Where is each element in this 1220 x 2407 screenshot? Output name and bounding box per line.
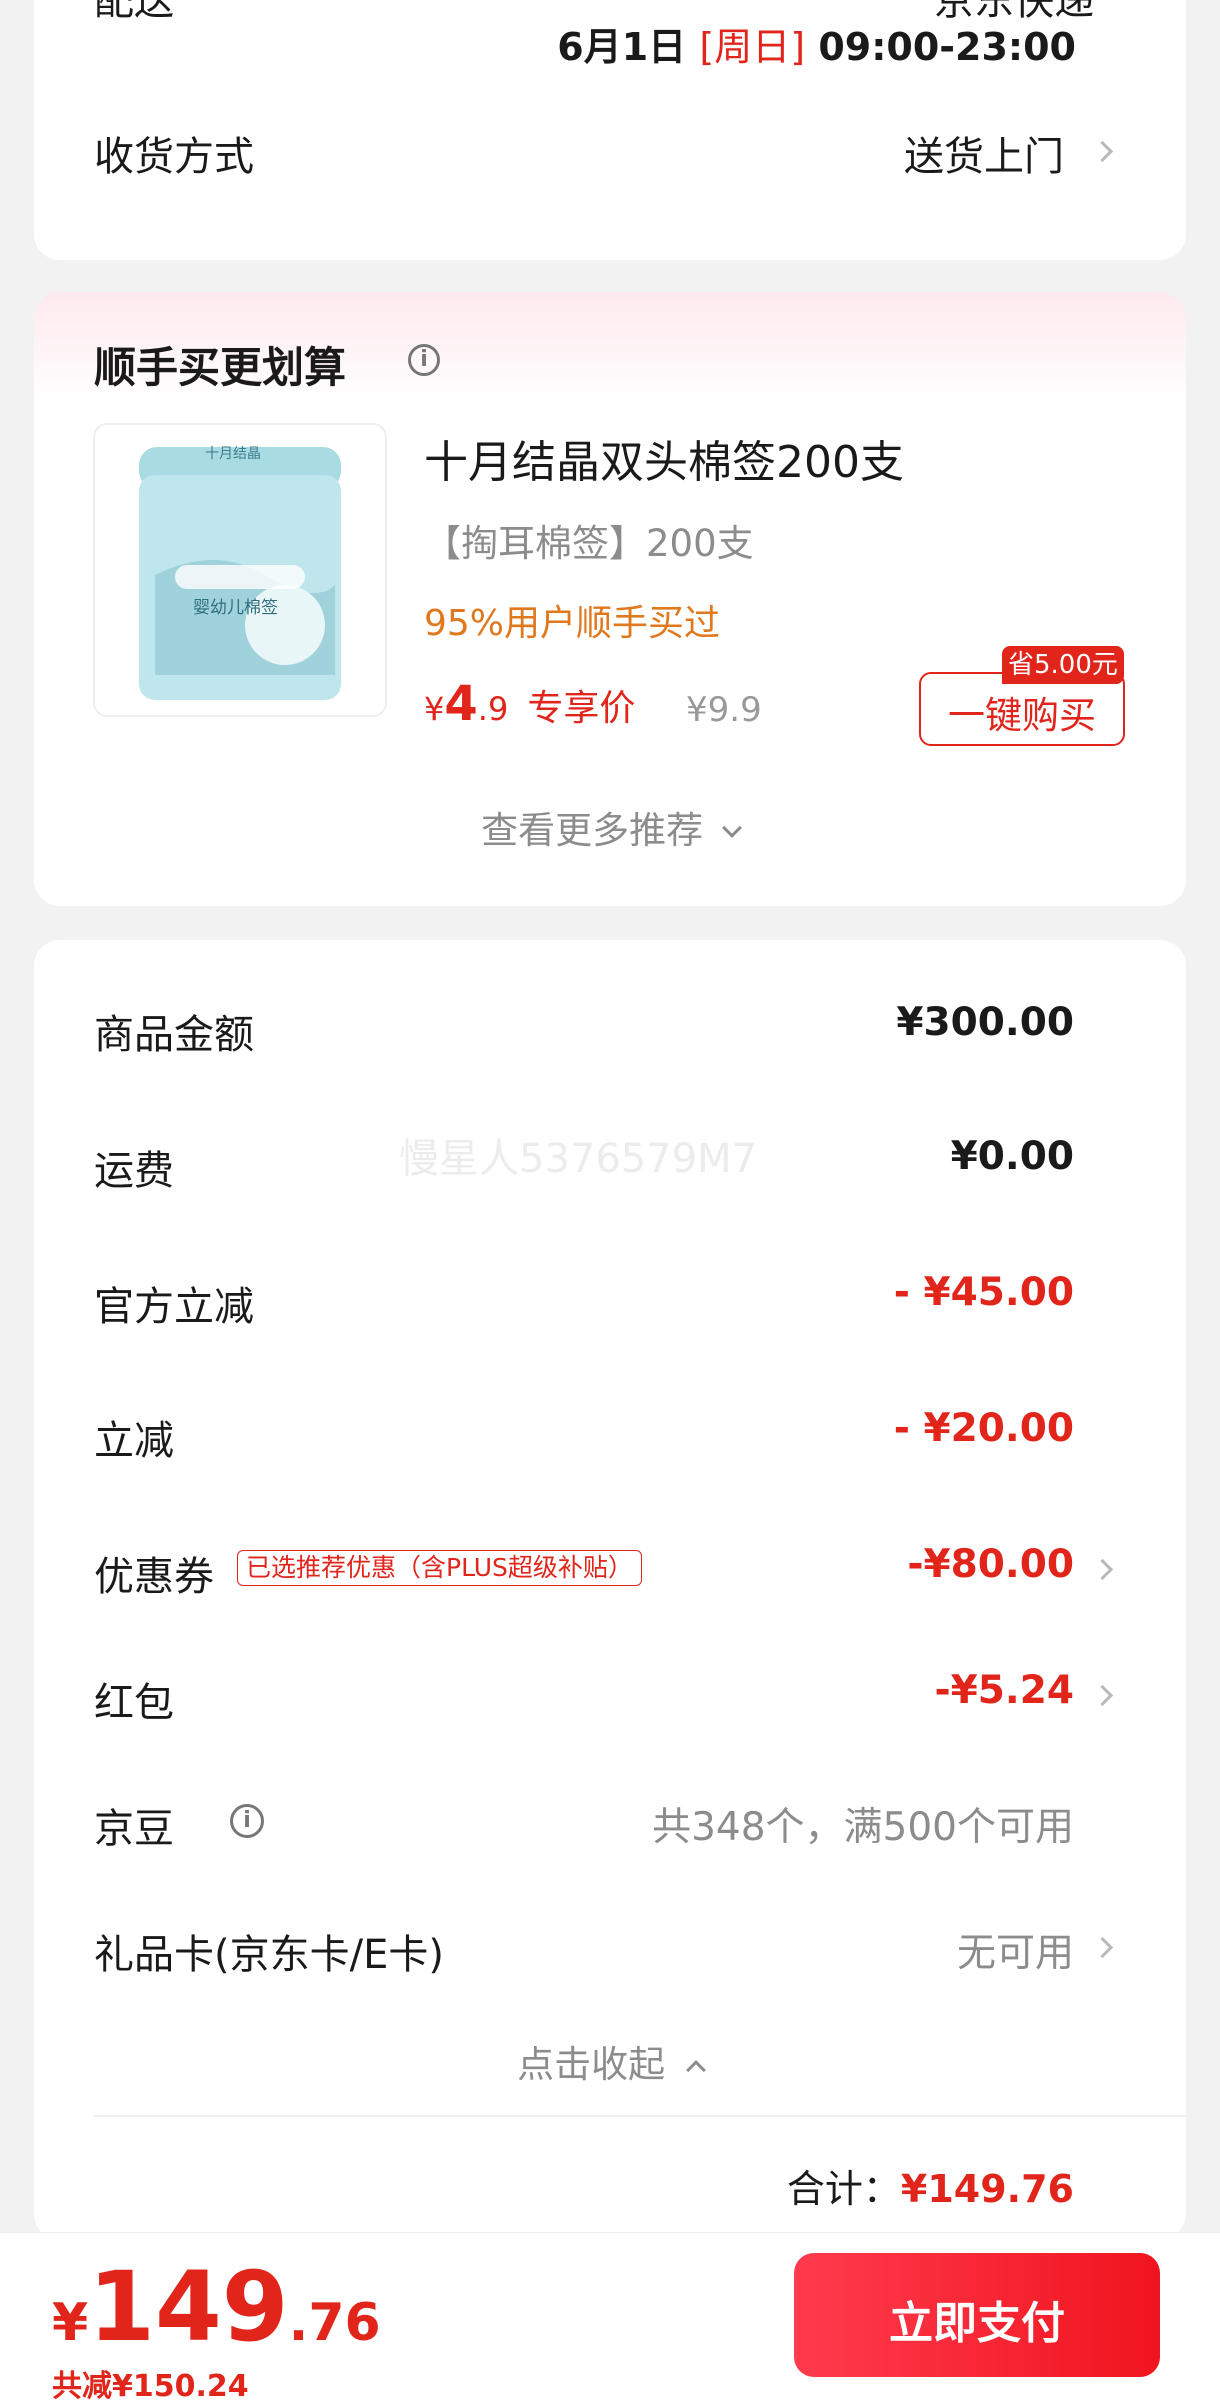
chevron-up-icon — [685, 2060, 706, 2080]
info-icon[interactable]: i — [230, 1804, 264, 1838]
summary-label-official-discount: 官方立减 — [94, 1284, 254, 1330]
product-image[interactable]: 十月结晶 婴幼儿棉签 — [93, 423, 387, 717]
summary-label-goods: 商品金额 — [94, 1012, 254, 1058]
info-icon[interactable]: i — [408, 344, 440, 376]
pay-now-button[interactable]: 立即支付 — [794, 2253, 1160, 2377]
view-more-button[interactable]: 查看更多推荐 — [34, 800, 1186, 854]
summary-label-shipping: 运费 — [94, 1148, 174, 1194]
cotton-swab-box-icon — [139, 447, 341, 700]
summary-value-coupon[interactable]: -¥80.00 — [907, 1542, 1074, 1587]
view-more-label: 查看更多推荐 — [481, 809, 704, 852]
chevron-right-icon — [1091, 1936, 1114, 1959]
bottom-bar: ¥149.76 共减¥150.24 立即支付 — [0, 2232, 1220, 2407]
social-proof: 95%用户顺手买过 — [424, 603, 721, 644]
bottom-amount-int: 149 — [88, 2251, 289, 2363]
delivery-card: 配送 京东快递 6月1日 [周日] 09:00-23:00 收货方式 送货上门 — [34, 0, 1186, 260]
chevron-right-icon — [1091, 1684, 1114, 1707]
package-title: 婴幼儿棉签 — [193, 598, 278, 618]
summary-label-jingdou: 京豆 — [94, 1806, 174, 1852]
summary-value-jingdou: 共348个，满500个可用 — [652, 1805, 1074, 1850]
total-value: ¥149.76 — [900, 2167, 1074, 2211]
chevron-right-icon — [1091, 1558, 1114, 1581]
price-int: 4 — [444, 676, 478, 732]
pay-now-label: 立即支付 — [889, 2298, 1065, 2349]
delivery-date: 6月1日 — [557, 25, 687, 69]
summary-label-gift-card: 礼品卡(京东卡/E卡) — [94, 1932, 444, 1978]
summary-label-red-packet: 红包 — [94, 1680, 174, 1726]
summary-value-official-discount: - ¥45.00 — [893, 1270, 1074, 1315]
coupon-tag[interactable]: 已选推荐优惠（含PLUS超级补贴） — [237, 1550, 642, 1586]
product-price: ¥4.9 专享价 — [424, 676, 635, 732]
bottom-saved: 共减¥150.24 — [52, 2369, 249, 2404]
save-badge: 省5.00元 — [1002, 646, 1124, 684]
bottom-amount: ¥149.76 — [52, 2251, 381, 2363]
watermark: 慢星人5376579M7 — [399, 1136, 758, 1182]
delivery-weekday: [周日] — [699, 25, 806, 69]
chevron-down-icon — [721, 818, 742, 838]
total-label: 合计： — [786, 2167, 901, 2211]
bottom-currency: ¥ — [52, 2293, 89, 2353]
delivery-time[interactable]: 6月1日 [周日] 09:00-23:00 — [557, 16, 1076, 71]
summary-value-goods: ¥300.00 — [896, 1000, 1074, 1045]
collapse-label: 点击收起 — [517, 2043, 666, 2086]
bottom-amount-dec: .76 — [288, 2293, 381, 2353]
original-price: ¥9.9 — [686, 690, 762, 730]
price-tag: 专享价 — [527, 688, 636, 729]
summary-label-coupon: 优惠券 — [94, 1554, 214, 1600]
price-currency: ¥ — [424, 690, 445, 728]
product-name[interactable]: 十月结晶双头棉签200支 — [424, 426, 904, 490]
summary-value-instant-discount: - ¥20.00 — [893, 1406, 1074, 1451]
collapse-button[interactable]: 点击收起 — [34, 2034, 1186, 2088]
buy-label: 一键购买 — [948, 694, 1096, 737]
package-brand: 十月结晶 — [205, 446, 261, 462]
summary-value-gift-card[interactable]: 无可用 — [957, 1922, 1074, 1978]
total-row: 合计：¥149.76 — [787, 2158, 1074, 2213]
summary-value-shipping: ¥0.00 — [950, 1134, 1074, 1179]
order-summary-card: 慢星人5376579M7 商品金额 ¥300.00 运费 ¥0.00 官方立减 … — [34, 940, 1186, 2240]
recommend-card: 顺手买更划算 i 十月结晶 婴幼儿棉签 十月结晶双头棉签200支 【掏耳棉签】2… — [34, 292, 1186, 906]
receive-method-label: 收货方式 — [94, 134, 254, 180]
price-dec: .9 — [477, 690, 509, 728]
product-spec: 【掏耳棉签】200支 — [424, 522, 754, 565]
chevron-right-icon — [1091, 140, 1114, 163]
summary-label-instant-discount: 立减 — [94, 1418, 174, 1464]
delivery-label: 配送 — [94, 0, 174, 24]
divider — [94, 2115, 1186, 2117]
recommend-title: 顺手买更划算 — [94, 343, 347, 392]
delivery-time-range: 09:00-23:00 — [818, 25, 1076, 69]
summary-value-red-packet[interactable]: -¥5.24 — [934, 1668, 1074, 1713]
receive-method-value[interactable]: 送货上门 — [904, 124, 1064, 182]
